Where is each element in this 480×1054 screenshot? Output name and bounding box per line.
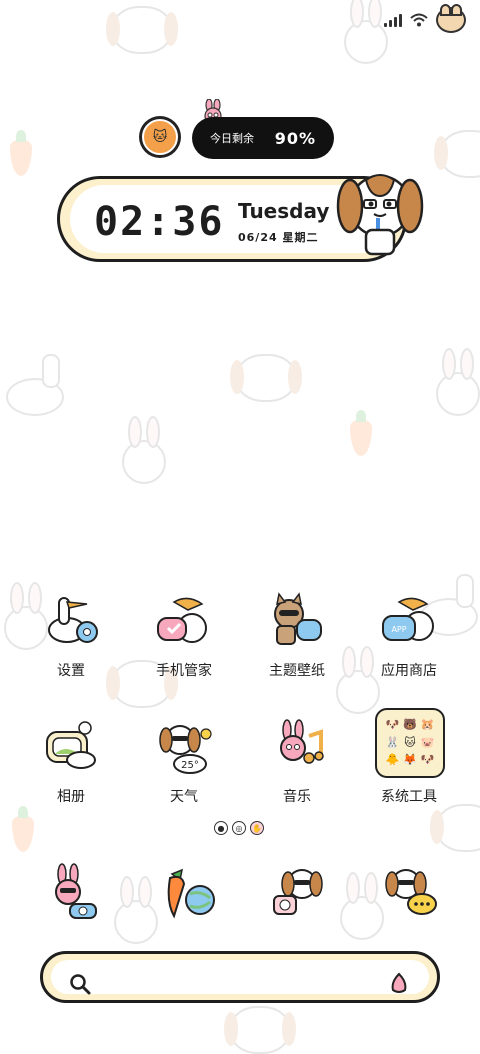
cat-theme-icon xyxy=(274,592,322,645)
app-app-store[interactable]: APP 应用商店 xyxy=(359,592,459,692)
clock-date: 06/24 星期二 xyxy=(238,231,319,244)
search-bar[interactable] xyxy=(40,951,440,1003)
app-label: 设置 xyxy=(57,663,85,679)
app-label: 手机管家 xyxy=(156,663,212,679)
weather-temp: 25° xyxy=(181,760,199,771)
bunny-music-icon xyxy=(280,719,324,764)
goose-gallery-icon xyxy=(46,721,96,769)
folder-item-icon: 🐥 xyxy=(385,753,400,767)
cat-face-icon: 🐱 xyxy=(142,119,178,155)
wifi-icon xyxy=(410,13,428,27)
dog-messages-icon[interactable] xyxy=(380,862,444,926)
wallpaper-goose-doodle xyxy=(6,354,64,416)
app-theme-wallpaper[interactable]: 主题壁纸 xyxy=(247,592,347,692)
page-dot-paw-icon: ● xyxy=(214,821,228,835)
goose-settings-icon xyxy=(48,597,98,643)
app-label: 相册 xyxy=(57,789,85,805)
app-music[interactable]: 音乐 xyxy=(247,718,347,818)
app-label: 天气 xyxy=(170,789,198,805)
wallpaper-bunny-doodle xyxy=(436,348,480,416)
folder-item-icon: 🐶 xyxy=(420,753,435,767)
signal-icon xyxy=(384,13,402,27)
search-field[interactable] xyxy=(51,960,429,995)
search-icon[interactable] xyxy=(69,973,91,995)
wallpaper-dog-doodle xyxy=(224,1006,296,1054)
pelican-phone-manager-icon xyxy=(157,597,207,643)
svg-text:APP: APP xyxy=(391,625,406,634)
wallpaper-carrot-doodle xyxy=(350,410,372,456)
battery-label: 今日剩余 xyxy=(210,132,254,145)
app-label: 系统工具 xyxy=(381,789,437,805)
bunny-phone-icon[interactable] xyxy=(42,862,106,926)
wallpaper-bunny-doodle xyxy=(114,876,158,944)
dog-weather-icon: 25° xyxy=(159,725,212,774)
app-gallery[interactable]: 相册 xyxy=(21,718,121,818)
battery-widget[interactable]: 今日剩余 90% xyxy=(192,117,334,159)
page-dot-hand-icon: ✋ xyxy=(250,821,264,835)
clock-time: 02:36 xyxy=(94,199,225,245)
folder-item-icon: 🐷 xyxy=(420,735,435,749)
clock-day: Tuesday xyxy=(238,199,330,223)
app-label: 主题壁纸 xyxy=(269,663,325,679)
status-bar xyxy=(384,4,466,33)
wallpaper-bunny-doodle xyxy=(340,872,384,940)
wallpaper-bunny-doodle xyxy=(344,0,388,64)
dog-camera-icon[interactable] xyxy=(268,862,332,926)
wallpaper-dog-doodle xyxy=(106,6,178,54)
wallpaper-dog-doodle xyxy=(434,130,480,178)
wallpaper-carrot-doodle xyxy=(10,130,32,176)
page-indicator[interactable]: ● ◎ ✋ xyxy=(214,821,264,835)
folder-item-icon: 🐹 xyxy=(420,718,435,731)
pet-battery-icon xyxy=(436,4,466,33)
dog-mascot-icon xyxy=(336,174,424,256)
wallpaper-carrot-doodle xyxy=(12,806,34,852)
app-phone-manager[interactable]: 手机管家 xyxy=(134,592,234,692)
app-weather[interactable]: 25° 天气 xyxy=(134,718,234,818)
wallpaper-bunny-doodle xyxy=(122,416,166,484)
battery-avatar[interactable]: 🐱 xyxy=(139,116,181,158)
battery-value: 90% xyxy=(274,128,316,148)
carrot-browser-icon[interactable] xyxy=(156,862,220,926)
wallpaper-dog-doodle xyxy=(230,354,302,402)
folder-item-icon: 🦊 xyxy=(403,753,417,767)
folder-icon[interactable]: 🐶 🐻 🐹 🐰 🐱 🐷 🐥 🦊 🐶 xyxy=(375,708,445,778)
pelican-app-store-icon: APP xyxy=(382,597,434,641)
folder-item-icon: 🐶 xyxy=(385,718,400,731)
folder-item-icon: 🐻 xyxy=(403,718,417,731)
app-label: 音乐 xyxy=(283,789,311,805)
folder-item-icon: 🐱 xyxy=(404,735,416,749)
page-dot-swirl-icon: ◎ xyxy=(232,821,246,835)
folder-item-icon: 🐰 xyxy=(385,735,400,749)
app-settings[interactable]: 设置 xyxy=(21,592,121,692)
app-label: 应用商店 xyxy=(381,663,437,679)
voice-icon[interactable] xyxy=(389,972,409,994)
